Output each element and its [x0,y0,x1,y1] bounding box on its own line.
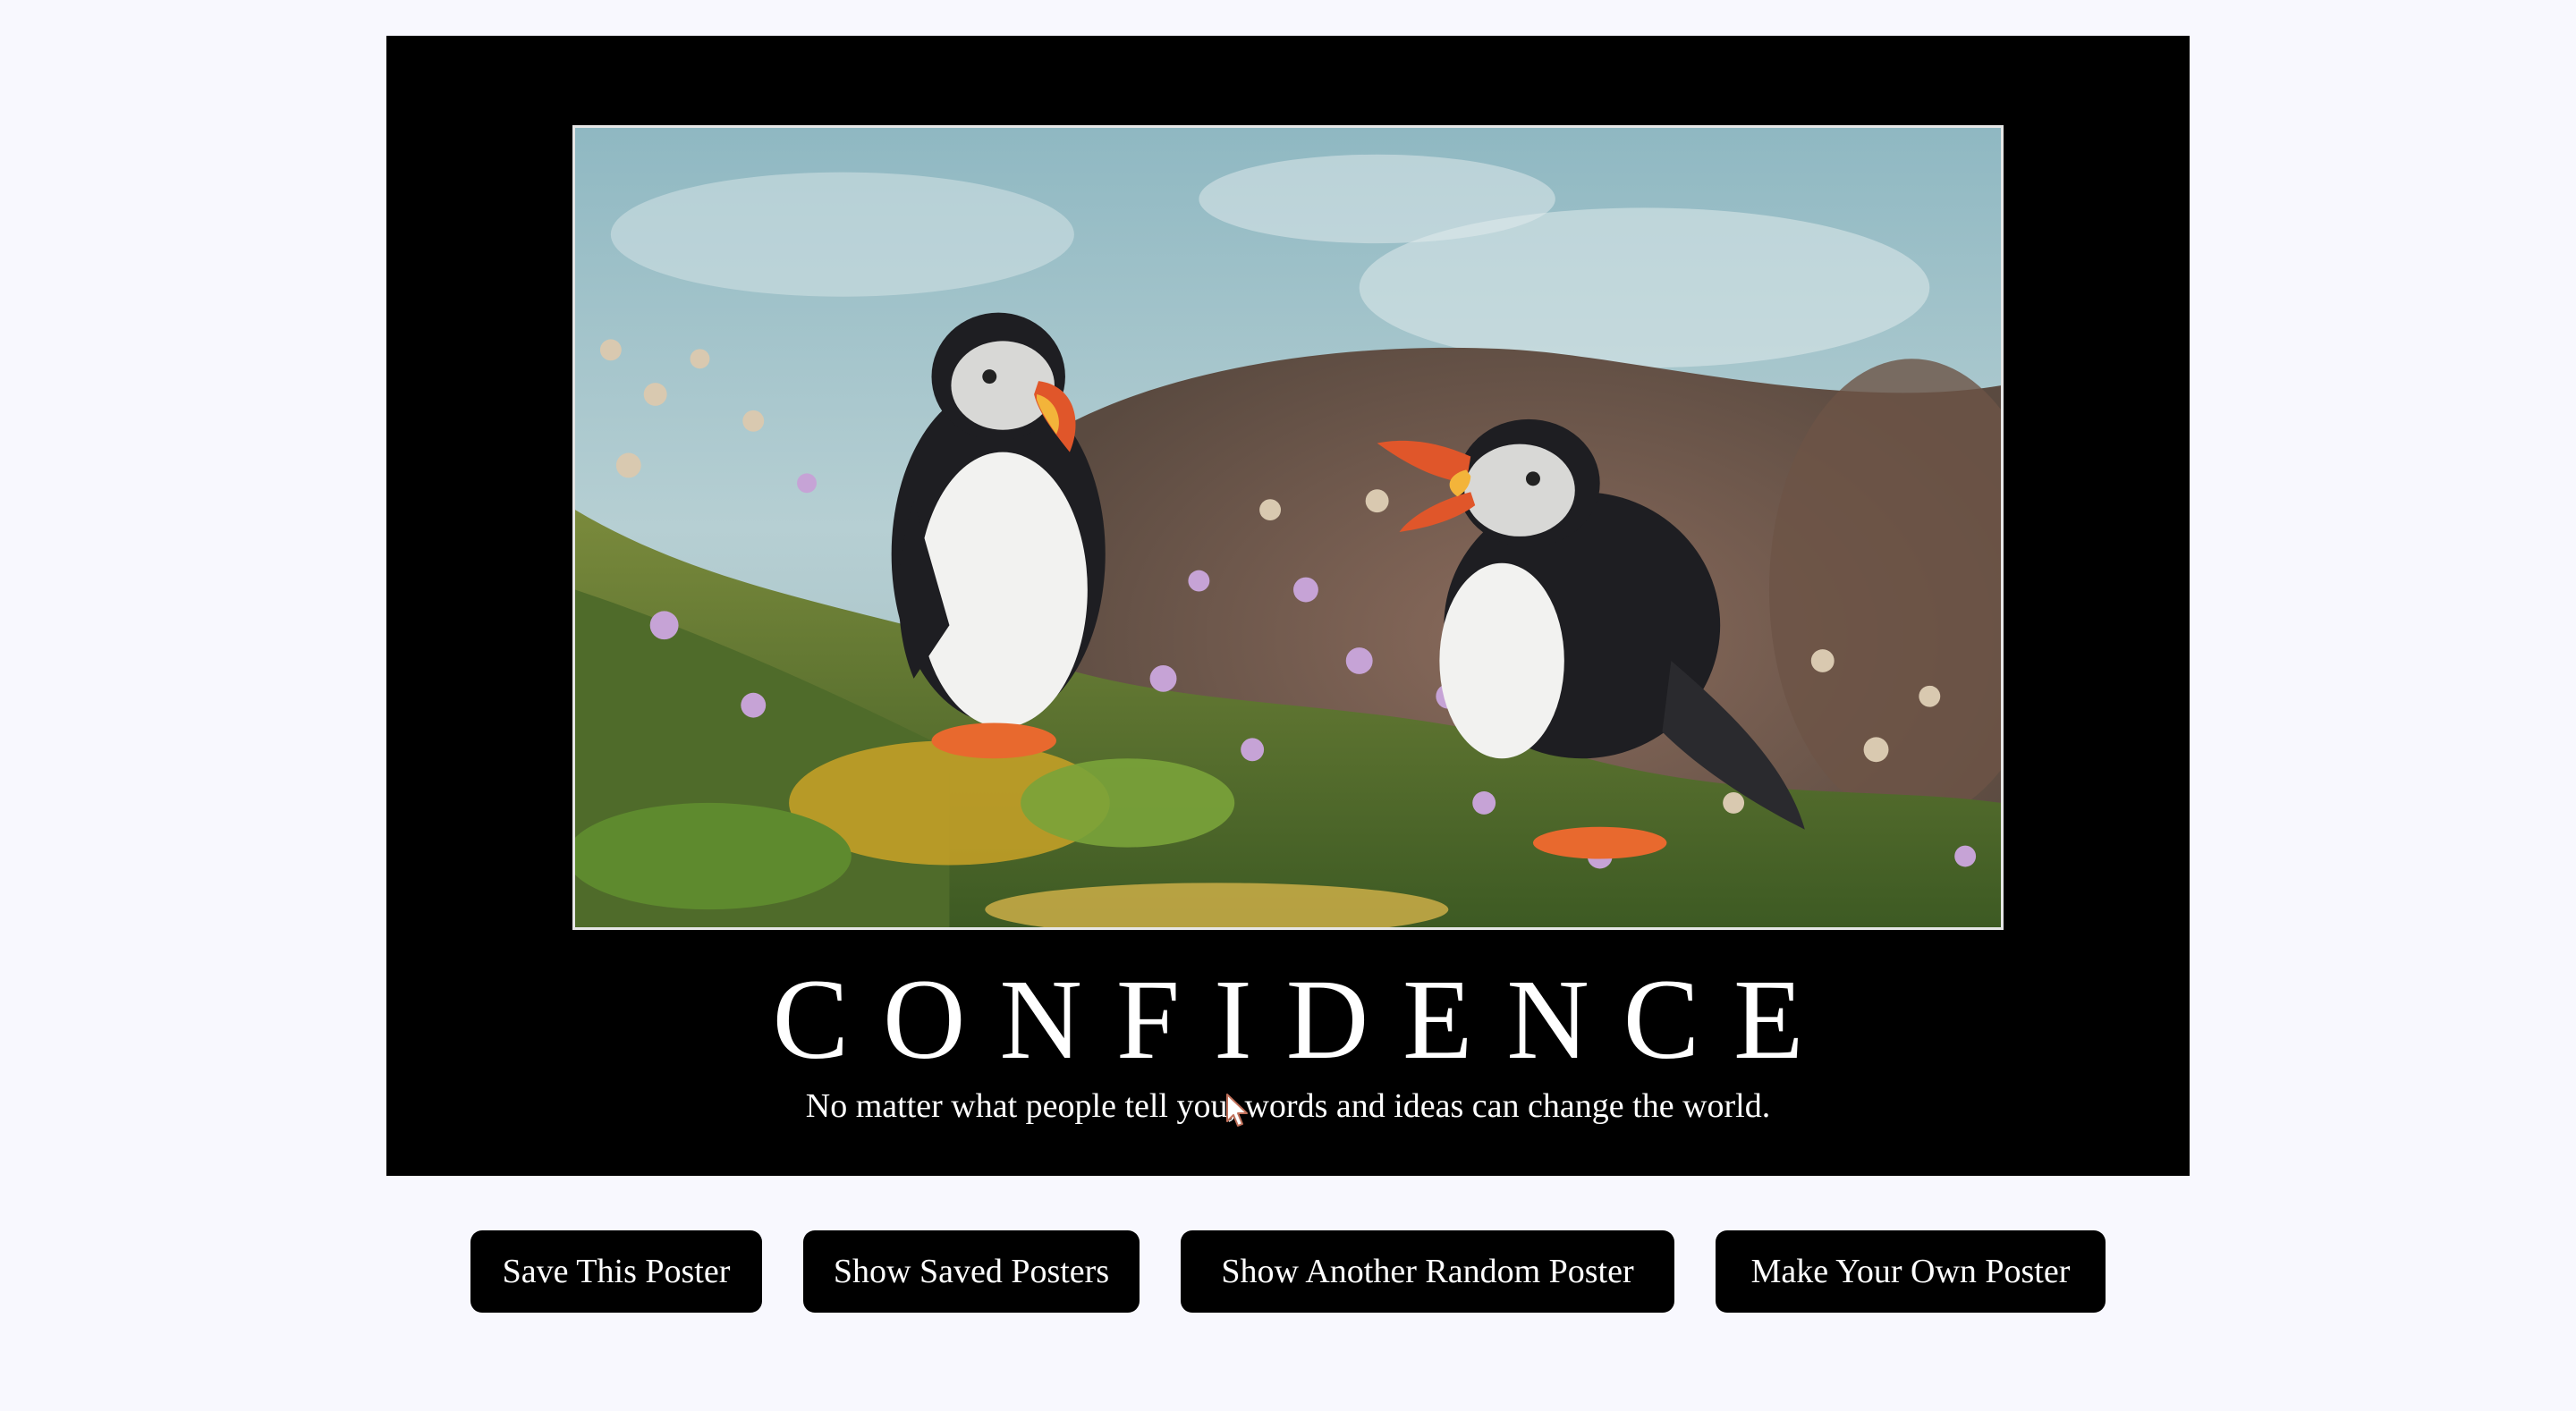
poster-quote: No matter what people tell you, words an… [805,1087,1771,1125]
save-poster-button[interactable]: Save This Poster [470,1230,762,1313]
make-own-poster-button[interactable]: Make Your Own Poster [1716,1230,2106,1313]
poster-title: CONFIDENCE [772,956,1838,1083]
poster-controls: Save This Poster Show Saved Posters Show… [0,1230,2576,1313]
poster-image [572,125,2004,930]
poster: CONFIDENCE No matter what people tell yo… [386,36,2190,1176]
show-saved-posters-button[interactable]: Show Saved Posters [803,1230,1140,1313]
show-random-poster-button[interactable]: Show Another Random Poster [1181,1230,1674,1313]
mouse-cursor-icon [1226,1094,1248,1127]
